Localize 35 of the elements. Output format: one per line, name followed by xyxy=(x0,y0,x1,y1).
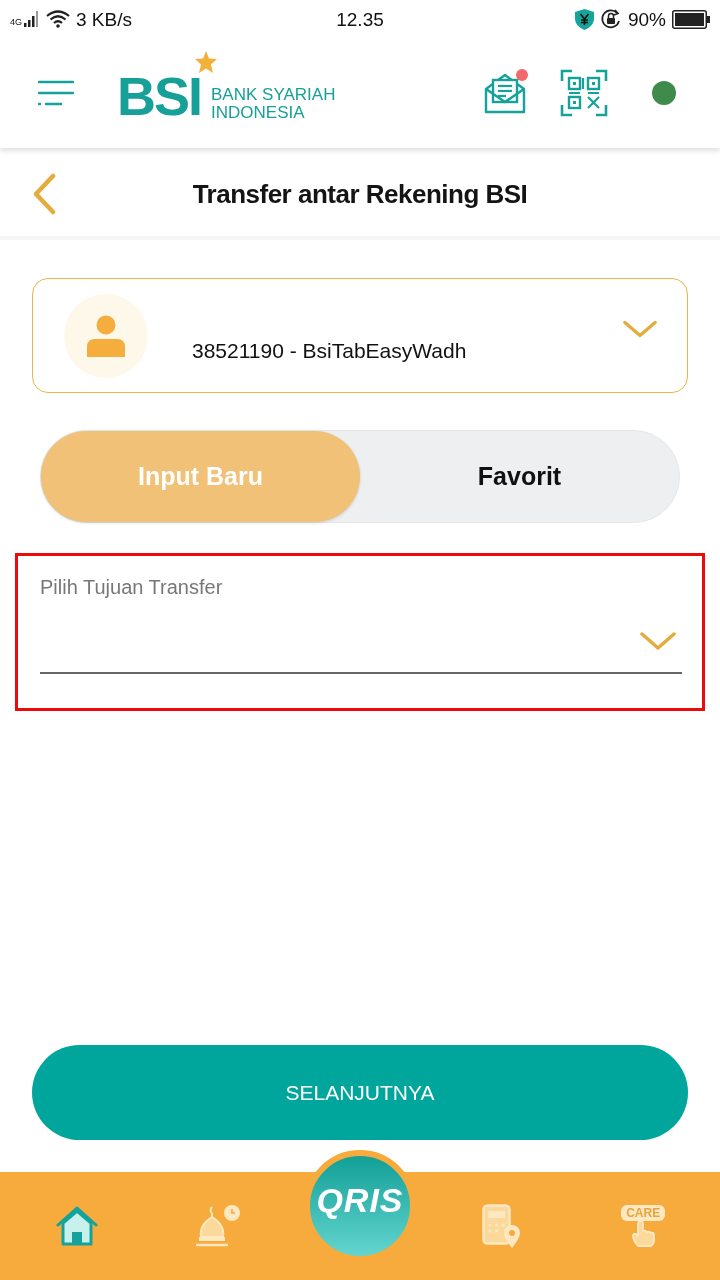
logo-tagline: BANK SYARIAH xyxy=(211,85,336,104)
chevron-down-icon xyxy=(640,632,676,650)
qr-scan-icon[interactable] xyxy=(560,69,608,117)
clock-time: 12.35 xyxy=(335,9,385,29)
star-icon xyxy=(195,51,217,74)
logo-wordmark: BSI xyxy=(117,75,202,119)
destination-select[interactable]: Pilih Tujuan Transfer xyxy=(40,574,682,674)
pointing-hand-icon xyxy=(630,1221,657,1247)
house-icon xyxy=(55,1206,98,1246)
page-title: Transfer antar Rekening BSI xyxy=(191,177,529,211)
tab[interactable]: Favorit xyxy=(360,431,679,522)
chevron-down-icon xyxy=(623,319,657,338)
prayer-times-button[interactable] xyxy=(196,1205,241,1247)
atm-locator-button[interactable] xyxy=(481,1204,522,1248)
logo-tagline: INDONESIA xyxy=(211,103,306,122)
calculator-pin-icon xyxy=(481,1204,522,1248)
tab[interactable]: Input Baru xyxy=(41,431,360,522)
home-button[interactable] xyxy=(55,1206,98,1246)
battery-percentage: 90% xyxy=(627,9,666,29)
person-icon xyxy=(87,314,125,357)
next-button[interactable]: SELANJUTNYA xyxy=(32,1045,688,1140)
wifi-icon xyxy=(46,10,70,28)
account-value: 38521190 - BsiTabEasyWadh xyxy=(192,337,467,364)
account-selector[interactable]: 38521190 - BsiTabEasyWadh xyxy=(32,278,688,393)
network-type: 4G xyxy=(10,17,22,27)
rotation-lock-icon xyxy=(599,8,622,30)
mosque-clock-icon xyxy=(196,1205,241,1247)
menu-icon[interactable] xyxy=(38,80,74,106)
battery-icon xyxy=(672,9,710,29)
shield-icon xyxy=(574,8,594,30)
signal-icon xyxy=(24,11,38,27)
mail-icon[interactable] xyxy=(484,71,526,115)
care-button[interactable]: CARE xyxy=(621,1205,666,1247)
network-speed: 3 KB/s xyxy=(76,9,132,29)
back-icon[interactable] xyxy=(32,173,56,215)
